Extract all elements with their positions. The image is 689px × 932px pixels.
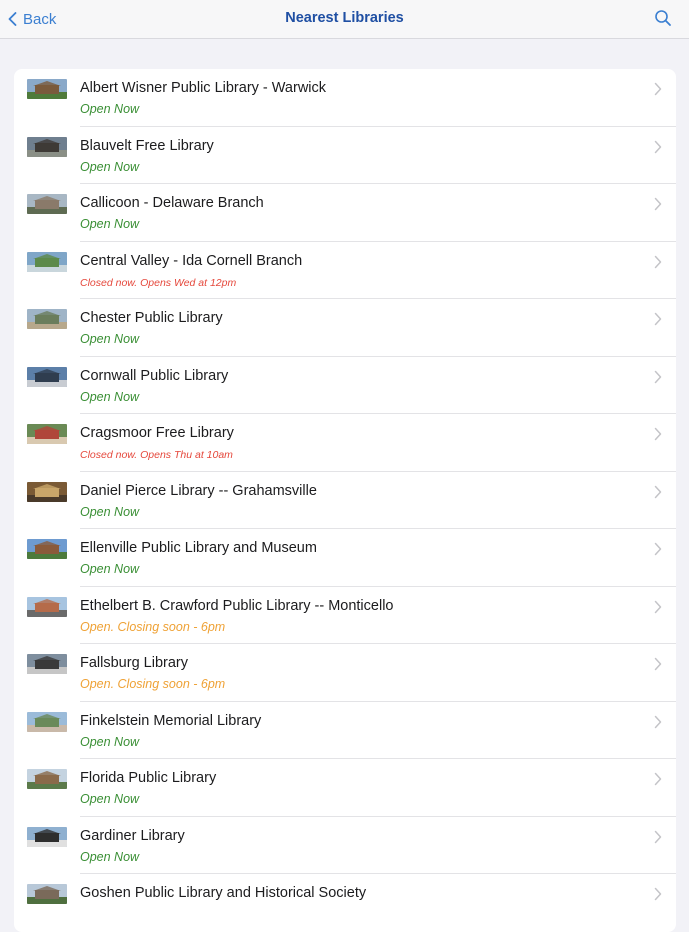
chevron-right-icon bbox=[654, 600, 662, 613]
library-thumbnail bbox=[27, 596, 67, 617]
library-thumbnail bbox=[27, 79, 67, 99]
chevron-right-icon bbox=[654, 370, 662, 383]
library-thumbnail bbox=[27, 654, 67, 674]
library-name: Central Valley - Ida Cornell Branch bbox=[80, 252, 303, 269]
library-row[interactable]: Central Valley - Ida Cornell Branch Close… bbox=[14, 242, 676, 300]
chevron-right-icon bbox=[654, 197, 662, 211]
library-thumbnail bbox=[27, 194, 67, 214]
library-thumbnail bbox=[27, 826, 67, 847]
library-name: Florida Public Library bbox=[80, 770, 217, 786]
library-name: Cragsmoor Free Library bbox=[80, 425, 234, 441]
library-thumbnail bbox=[27, 539, 67, 559]
library-row[interactable]: Fallsburg Library Open. Closing soon - 6p… bbox=[14, 644, 676, 702]
library-status: Open Now bbox=[80, 734, 140, 749]
library-status: Open Now bbox=[80, 102, 140, 116]
library-row[interactable]: Callicoon - Delaware Branch Open Now bbox=[14, 184, 676, 242]
library-name: Gardiner Library bbox=[80, 827, 185, 844]
library-thumbnail bbox=[27, 424, 67, 444]
library-name: Ethelbert B. Crawford Public Library -- … bbox=[80, 597, 394, 614]
library-status: Open Now bbox=[80, 217, 140, 231]
library-name: Blauvelt Free Library bbox=[80, 137, 214, 154]
library-status: Open Now bbox=[80, 792, 140, 806]
chevron-right-icon bbox=[654, 887, 662, 901]
library-row[interactable]: Finkelstein Memorial Library Open Now bbox=[14, 702, 676, 760]
library-row[interactable]: Albert Wisner Public Library - Warwick Op… bbox=[14, 69, 676, 127]
library-thumbnail bbox=[27, 251, 67, 272]
library-name: Callicoon - Delaware Branch bbox=[80, 195, 264, 211]
library-row[interactable]: Florida Public Library Open Now bbox=[14, 759, 676, 817]
library-thumbnail bbox=[27, 481, 67, 502]
chevron-right-icon bbox=[654, 82, 662, 96]
library-thumbnail bbox=[27, 366, 67, 387]
chevron-right-icon bbox=[654, 657, 662, 671]
library-row[interactable]: Blauvelt Free Library Open Now bbox=[14, 127, 676, 185]
chevron-right-icon bbox=[654, 140, 662, 153]
chevron-right-icon bbox=[654, 772, 662, 786]
library-name: Finkelstein Memorial Library bbox=[80, 712, 262, 729]
library-name: Goshen Public Library and Historical Soc… bbox=[80, 885, 367, 901]
library-status: Open Now bbox=[80, 562, 140, 576]
library-name: Chester Public Library bbox=[80, 310, 223, 326]
chevron-right-icon bbox=[654, 542, 662, 556]
library-status: Closed now. Opens Thu at 10am bbox=[80, 449, 233, 461]
chevron-right-icon bbox=[654, 255, 662, 268]
library-status: Open Now bbox=[80, 504, 140, 519]
library-row[interactable]: Ethelbert B. Crawford Public Library -- … bbox=[14, 587, 676, 645]
library-thumbnail bbox=[27, 309, 67, 329]
library-row[interactable]: Chester Public Library Open Now bbox=[14, 299, 676, 357]
library-row[interactable]: Goshen Public Library and Historical Soc… bbox=[14, 874, 676, 932]
library-status: Open Now bbox=[80, 332, 140, 346]
library-row[interactable]: Ellenville Public Library and Museum Open… bbox=[14, 529, 676, 587]
library-name: Albert Wisner Public Library - Warwick bbox=[80, 80, 327, 96]
library-list: Albert Wisner Public Library - Warwick Op… bbox=[14, 69, 676, 932]
library-thumbnail bbox=[27, 884, 67, 904]
chevron-right-icon bbox=[654, 427, 662, 441]
library-thumbnail bbox=[27, 136, 67, 157]
library-name: Fallsburg Library bbox=[80, 655, 188, 671]
library-row[interactable]: Gardiner Library Open Now bbox=[14, 817, 676, 875]
search-icon[interactable] bbox=[654, 9, 672, 27]
chevron-right-icon bbox=[654, 715, 662, 728]
library-row[interactable]: Cornwall Public Library Open Now bbox=[14, 357, 676, 415]
library-name: Cornwall Public Library bbox=[80, 367, 229, 384]
library-status: Open. Closing soon - 6pm bbox=[80, 677, 226, 691]
chevron-right-icon bbox=[654, 485, 662, 498]
library-thumbnail bbox=[27, 769, 67, 789]
navigation-bar: Back Nearest Libraries bbox=[0, 0, 689, 39]
library-row[interactable]: Cragsmoor Free Library Closed now. Opens … bbox=[14, 414, 676, 472]
library-status: Open Now bbox=[80, 849, 140, 864]
page-title: Nearest Libraries bbox=[285, 10, 404, 26]
library-thumbnail bbox=[27, 711, 67, 732]
library-name: Ellenville Public Library and Museum bbox=[80, 540, 317, 556]
library-row[interactable]: Daniel Pierce Library -- Grahamsville Ope… bbox=[14, 472, 676, 530]
library-name: Daniel Pierce Library -- Grahamsville bbox=[80, 482, 317, 499]
library-status: Open. Closing soon - 6pm bbox=[80, 619, 226, 634]
library-status: Open Now bbox=[80, 389, 140, 404]
library-status: Closed now. Opens Wed at 12pm bbox=[80, 276, 237, 289]
library-status: Open Now bbox=[80, 159, 140, 174]
chevron-right-icon bbox=[654, 830, 662, 843]
chevron-right-icon bbox=[654, 312, 662, 326]
